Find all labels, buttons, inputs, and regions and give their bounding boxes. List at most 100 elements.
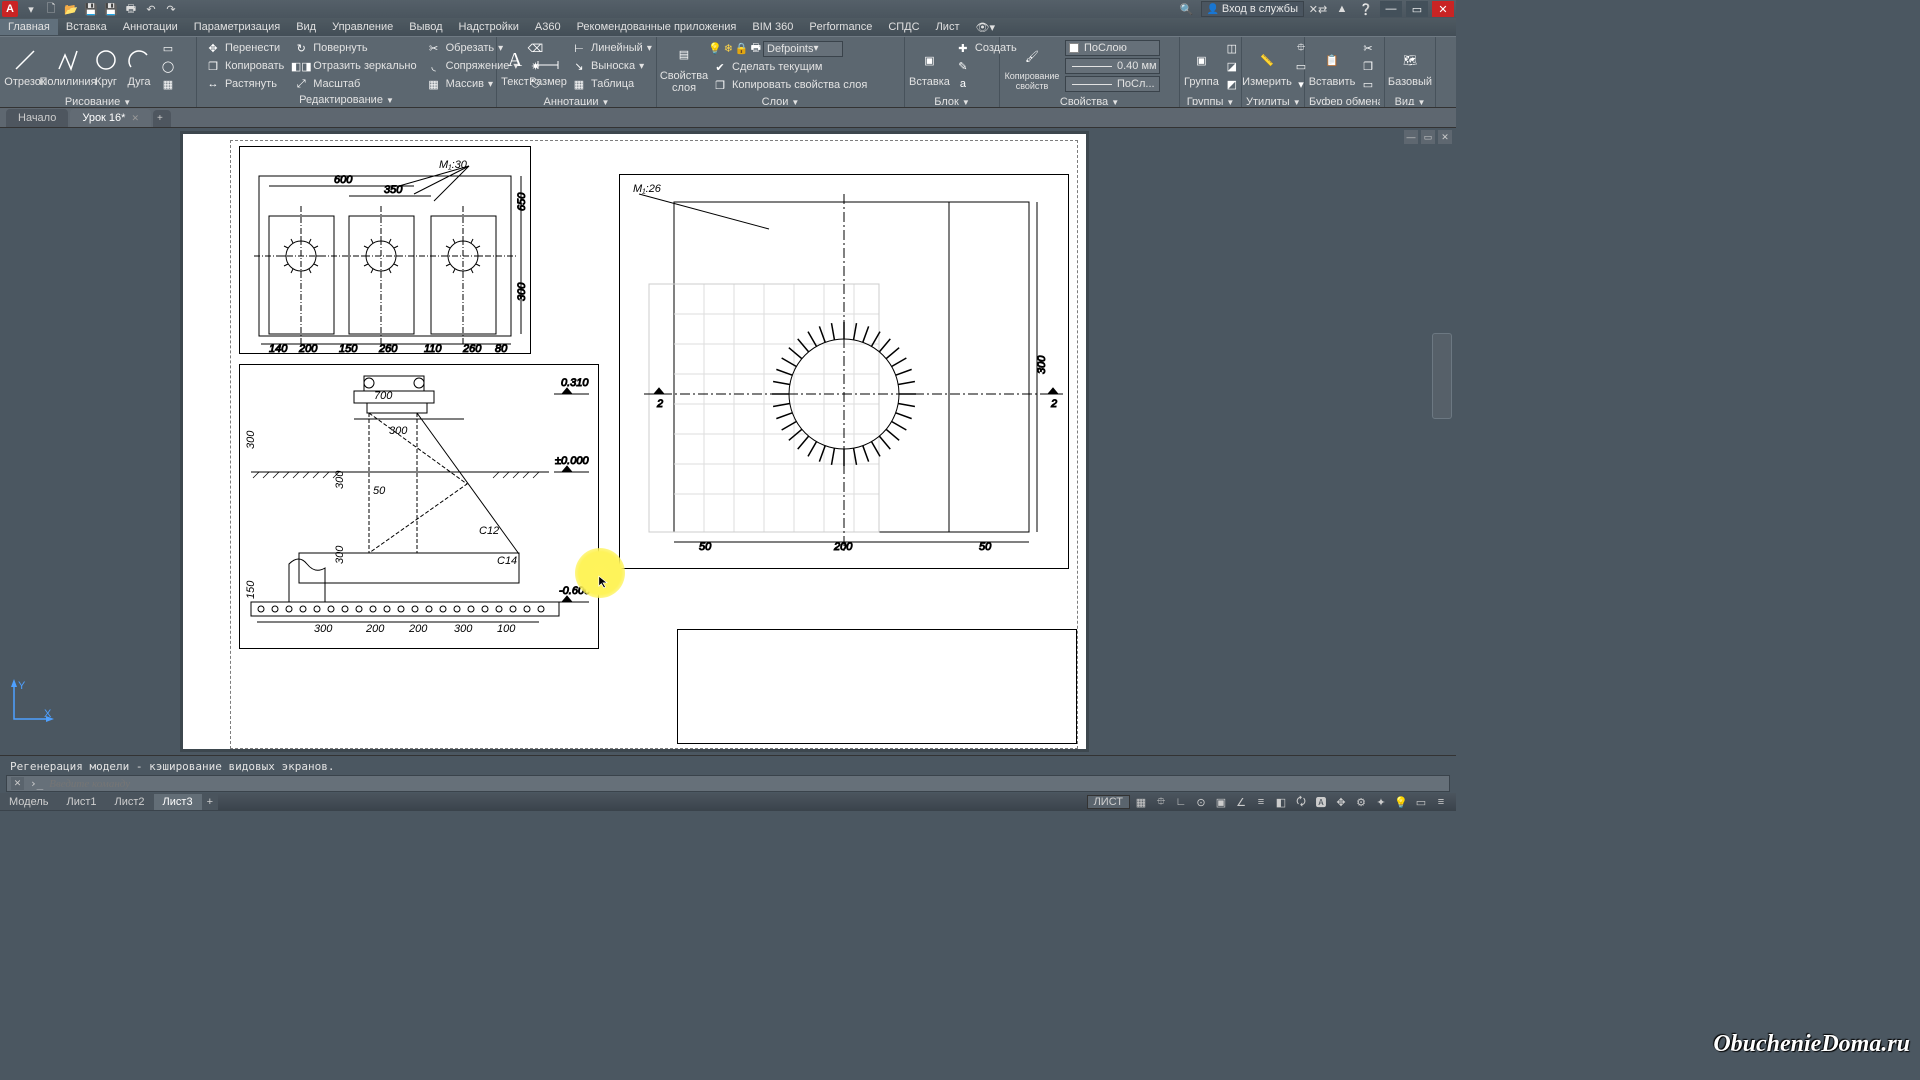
autodesk-icon[interactable]: ▲ bbox=[1334, 1, 1350, 17]
print-icon[interactable]: 🖶 bbox=[123, 1, 139, 17]
add-layout-button[interactable]: + bbox=[202, 794, 218, 810]
mirror-button[interactable]: ◧◨Отразить зеркально bbox=[289, 57, 420, 75]
insert-button[interactable]: ▣Вставка bbox=[909, 39, 950, 95]
g1[interactable]: ◫ bbox=[1220, 39, 1244, 57]
close-cmd-icon[interactable]: ✕ bbox=[11, 777, 24, 790]
tab-view[interactable]: Вид bbox=[288, 19, 324, 35]
make-current-button[interactable]: ✔Сделать текущим bbox=[708, 58, 871, 76]
tab-layout[interactable]: Лист bbox=[928, 19, 968, 35]
grid-toggle-icon[interactable]: ▦ bbox=[1132, 795, 1150, 810]
freeze-icon[interactable]: ❄ bbox=[724, 42, 733, 55]
tab-home[interactable]: Главная bbox=[0, 19, 58, 35]
restore-button[interactable]: ▭ bbox=[1406, 1, 1428, 17]
c2[interactable]: ❐ bbox=[1356, 57, 1380, 75]
layer-props-button[interactable]: ▤Свойства слоя bbox=[661, 39, 707, 95]
hardware-icon[interactable]: ✦ bbox=[1372, 795, 1390, 810]
open-icon[interactable]: 📂 bbox=[63, 1, 79, 17]
copy-button[interactable]: ❐Копировать bbox=[201, 57, 288, 75]
space-toggle[interactable]: ЛИСТ bbox=[1087, 795, 1130, 809]
copy-layer-props-button[interactable]: ❐Копировать свойства слоя bbox=[708, 76, 871, 94]
exchange-icon[interactable]: ✕⇄ bbox=[1310, 1, 1326, 17]
undo-icon[interactable]: ↶ bbox=[143, 1, 159, 17]
search-icon[interactable]: 🔍 bbox=[1179, 1, 1195, 17]
plot-icon[interactable]: 🖶 bbox=[751, 39, 761, 58]
doc-close-button[interactable]: ✕ bbox=[1438, 130, 1452, 144]
match-props-button[interactable]: 🖌Копирование свойств bbox=[1004, 39, 1060, 95]
panel-layers-label[interactable]: Слои▼ bbox=[661, 95, 900, 105]
ellipse-button[interactable]: ◯ bbox=[156, 57, 180, 75]
btab-sheet3[interactable]: Лист3 bbox=[154, 794, 202, 810]
stretch-button[interactable]: ↔Растянуть bbox=[201, 75, 288, 93]
tab-perf[interactable]: Performance bbox=[801, 19, 880, 35]
tab-annotate[interactable]: Аннотации bbox=[115, 19, 186, 35]
c1[interactable]: ✂ bbox=[1356, 39, 1380, 57]
lineweight-select[interactable]: 0.40 мм bbox=[1061, 57, 1164, 75]
help-icon[interactable]: ❔ bbox=[1358, 1, 1374, 17]
save-icon[interactable]: 💾 bbox=[83, 1, 99, 17]
nav-bar[interactable] bbox=[1432, 333, 1452, 419]
minimize-button[interactable]: — bbox=[1380, 1, 1402, 17]
btab-sheet1[interactable]: Лист1 bbox=[57, 794, 105, 810]
app-logo[interactable]: A bbox=[2, 1, 18, 17]
bulb-on-icon[interactable]: 💡 bbox=[708, 42, 722, 55]
command-field[interactable] bbox=[49, 778, 1445, 790]
panel-modify-label[interactable]: Редактирование▼ bbox=[201, 93, 492, 105]
lock-icon[interactable]: 🔒 bbox=[735, 42, 749, 55]
g3[interactable]: ◩ bbox=[1220, 75, 1244, 93]
tab-manage[interactable]: Управление bbox=[324, 19, 401, 35]
anno-scale-icon[interactable]: 🅰 bbox=[1312, 795, 1330, 810]
group-button[interactable]: ▣Группа bbox=[1184, 39, 1219, 95]
measure-button[interactable]: 📏Измерить bbox=[1246, 39, 1288, 95]
circle-button[interactable]: Круг bbox=[90, 39, 122, 95]
tab-bim360[interactable]: BIM 360 bbox=[744, 19, 801, 35]
panel-util-label[interactable]: Утилиты▼ bbox=[1246, 95, 1300, 105]
tab-addins[interactable]: Надстройки bbox=[451, 19, 527, 35]
transparency-toggle-icon[interactable]: ◧ bbox=[1272, 795, 1290, 810]
command-input[interactable]: ✕ ›_ bbox=[6, 775, 1450, 792]
panel-annot-label[interactable]: Аннотации▼ bbox=[501, 95, 652, 105]
panel-clip-label[interactable]: Буфер обмена bbox=[1309, 95, 1380, 105]
rectangle-button[interactable]: ▭ bbox=[156, 39, 180, 57]
snap-toggle-icon[interactable]: ⯐ bbox=[1152, 795, 1170, 810]
arc-button[interactable]: Дуга bbox=[123, 39, 155, 95]
g2[interactable]: ◪ bbox=[1220, 57, 1244, 75]
anno-vis-icon[interactable]: ✥ bbox=[1332, 795, 1350, 810]
leader-button[interactable]: ↘Выноска ▾ bbox=[567, 57, 656, 75]
move-button[interactable]: ✥Перенести bbox=[201, 39, 288, 57]
new-file-icon[interactable]: 🗋 bbox=[43, 1, 59, 17]
tab-a360[interactable]: A360 bbox=[527, 19, 569, 35]
tab-start[interactable]: Начало bbox=[6, 109, 68, 127]
panel-block-label[interactable]: Блок▼ bbox=[909, 95, 995, 105]
rotate-button[interactable]: ↻Повернуть bbox=[289, 39, 420, 57]
panel-groups-label[interactable]: Группы▼ bbox=[1184, 95, 1237, 105]
tab-insert[interactable]: Вставка bbox=[58, 19, 115, 35]
redo-icon[interactable]: ↷ bbox=[163, 1, 179, 17]
table-button[interactable]: ▦Таблица bbox=[567, 75, 656, 93]
tab-spds[interactable]: СПДС bbox=[880, 19, 927, 35]
doc-restore-button[interactable]: ▭ bbox=[1421, 130, 1435, 144]
polyline-button[interactable]: Полилиния bbox=[47, 39, 89, 95]
tab-output[interactable]: Вывод bbox=[401, 19, 450, 35]
panel-props-label[interactable]: Свойства▼ bbox=[1004, 95, 1175, 105]
color-select[interactable]: ПоСлою bbox=[1061, 39, 1164, 57]
linetype-select[interactable]: ПоСл... bbox=[1061, 75, 1164, 93]
hatch-button[interactable]: ▦ bbox=[156, 75, 180, 93]
btab-sheet2[interactable]: Лист2 bbox=[106, 794, 154, 810]
signin-button[interactable]: 👤 Вход в службы bbox=[1201, 1, 1304, 17]
panel-draw-label[interactable]: Рисование▼ bbox=[4, 95, 192, 105]
text-button[interactable]: AТекст bbox=[501, 39, 529, 95]
close-tab-icon[interactable]: ✕ bbox=[131, 113, 139, 124]
scale-button[interactable]: ⤢Масштаб bbox=[289, 75, 420, 93]
osnap-toggle-icon[interactable]: ▣ bbox=[1212, 795, 1230, 810]
new-tab-button[interactable]: + bbox=[153, 110, 171, 127]
drawing-area[interactable]: — ▭ ✕ М₁:30 bbox=[0, 128, 1456, 755]
polar-toggle-icon[interactable]: ⊙ bbox=[1192, 795, 1210, 810]
linear-button[interactable]: ⊢Линейный ▾ bbox=[567, 39, 656, 57]
customize-icon[interactable]: ≡ bbox=[1432, 795, 1450, 810]
isolate-icon[interactable]: 💡 bbox=[1392, 795, 1410, 810]
paste-button[interactable]: 📋Вставить bbox=[1309, 39, 1355, 95]
lweight-toggle-icon[interactable]: ≡ bbox=[1252, 795, 1270, 810]
panel-base-label[interactable]: Вид▼ bbox=[1389, 95, 1431, 105]
close-button[interactable]: ✕ bbox=[1432, 1, 1454, 17]
saveas-icon[interactable]: 💾 bbox=[103, 1, 119, 17]
